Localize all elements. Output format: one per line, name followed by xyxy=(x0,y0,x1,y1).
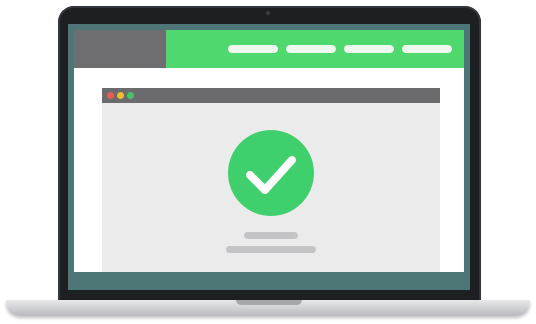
nav-item-1[interactable] xyxy=(228,45,278,53)
text-placeholder-long xyxy=(226,246,316,253)
maximize-window-dot[interactable] xyxy=(127,92,134,99)
nav-item-4[interactable] xyxy=(402,45,452,53)
laptop-lid xyxy=(58,6,481,303)
laptop-screen xyxy=(68,24,470,290)
browser-titlebar xyxy=(102,88,440,103)
site-logo-placeholder xyxy=(74,30,166,68)
minimize-window-dot[interactable] xyxy=(117,92,124,99)
laptop-opening-notch xyxy=(236,300,302,305)
success-check-badge xyxy=(228,130,314,216)
nav-item-2[interactable] xyxy=(286,45,336,53)
laptop-base xyxy=(6,300,530,316)
site-nav xyxy=(228,45,452,53)
text-placeholder-short xyxy=(244,232,298,239)
laptop-illustration xyxy=(0,0,536,324)
webcam xyxy=(266,11,270,15)
website-mockup xyxy=(74,30,464,272)
site-header xyxy=(74,30,464,68)
checkmark-icon xyxy=(246,156,296,194)
browser-window xyxy=(102,88,440,272)
close-window-dot[interactable] xyxy=(107,92,114,99)
nav-item-3[interactable] xyxy=(344,45,394,53)
